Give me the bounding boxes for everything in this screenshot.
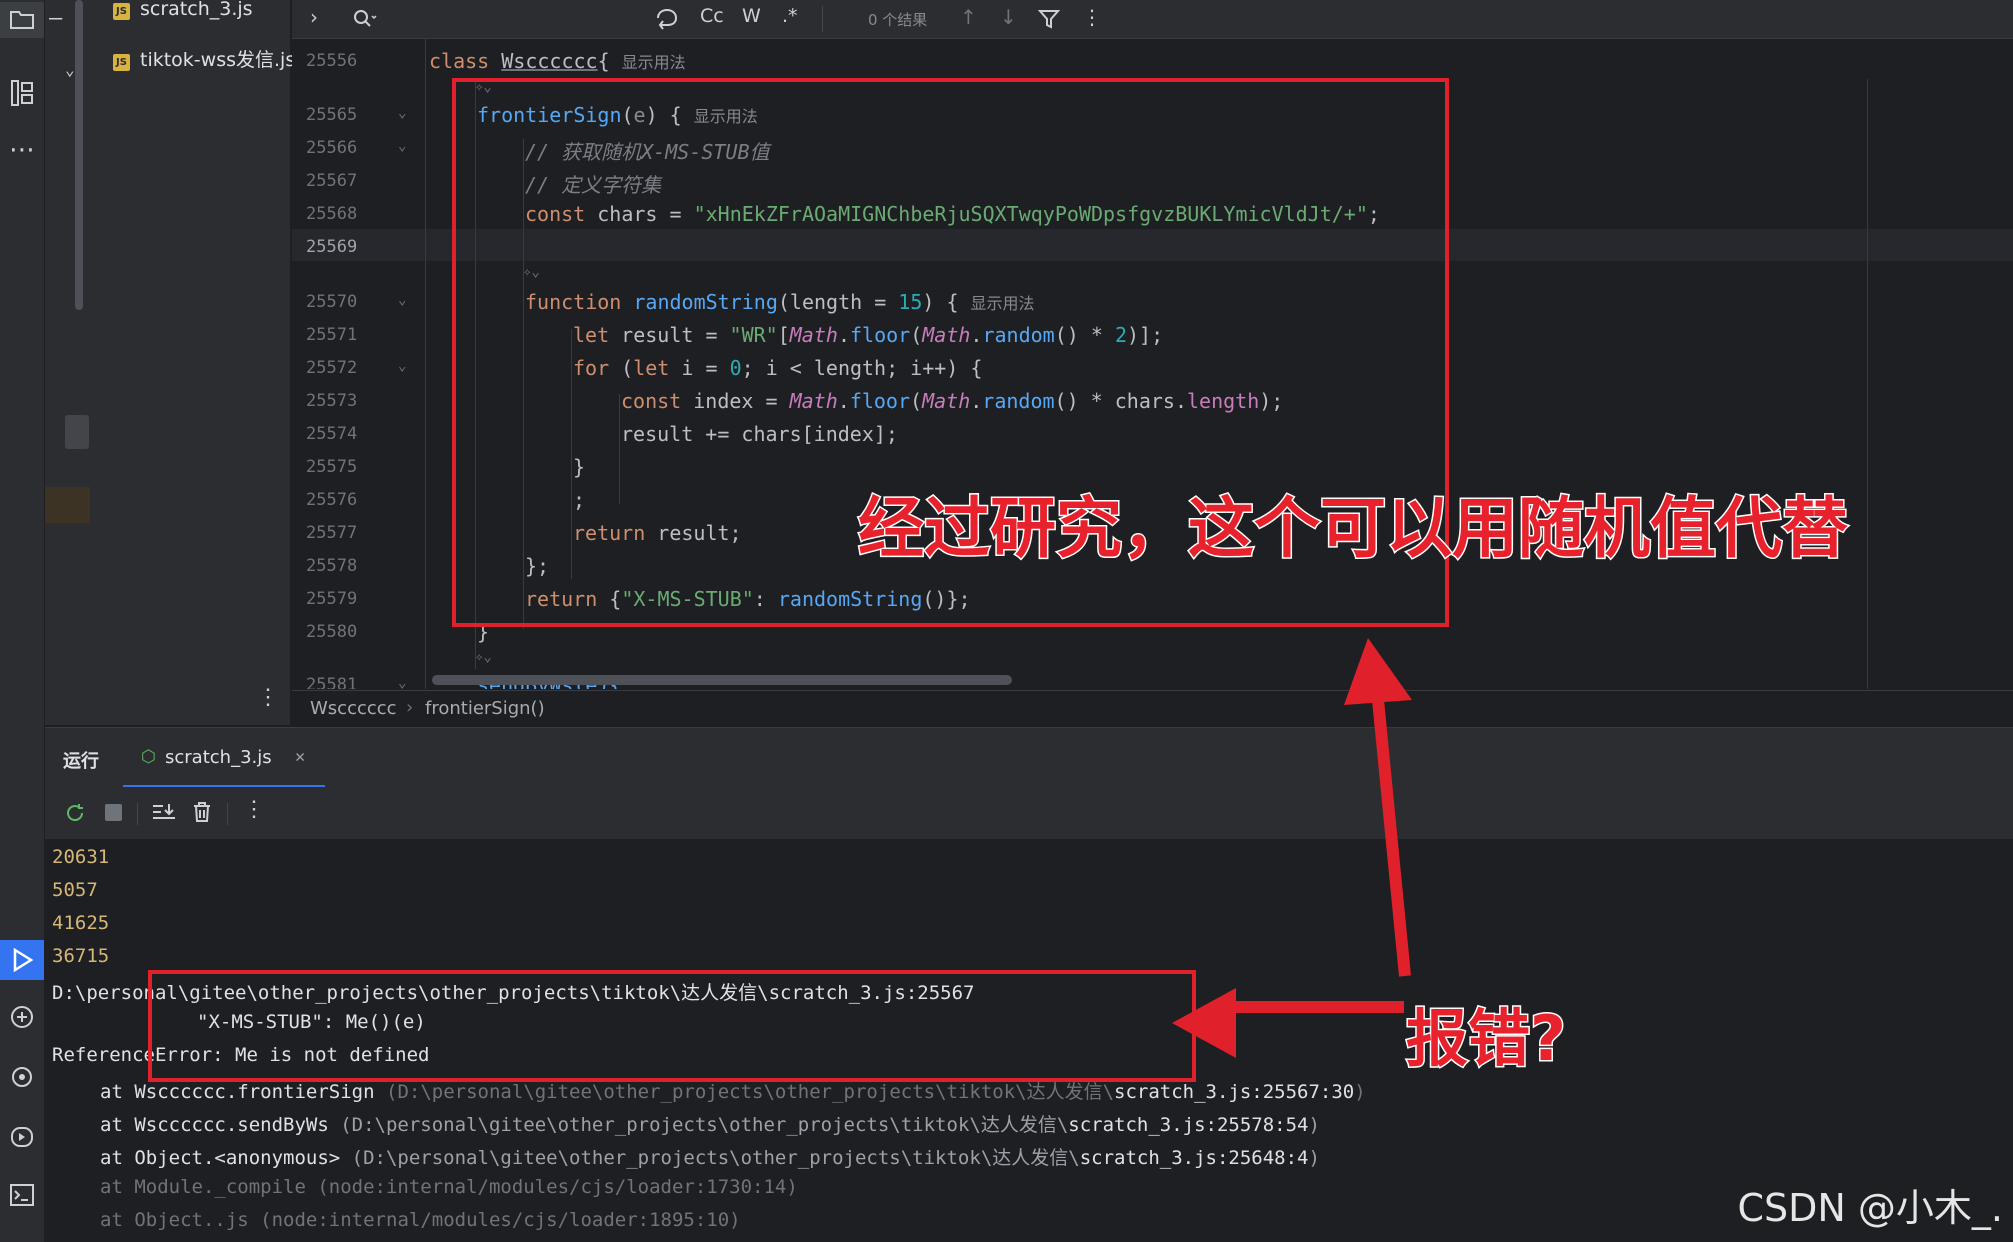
annotation-arrows [1172, 638, 1412, 1058]
watermark: CSDN @小木_. [1737, 1186, 2004, 1230]
